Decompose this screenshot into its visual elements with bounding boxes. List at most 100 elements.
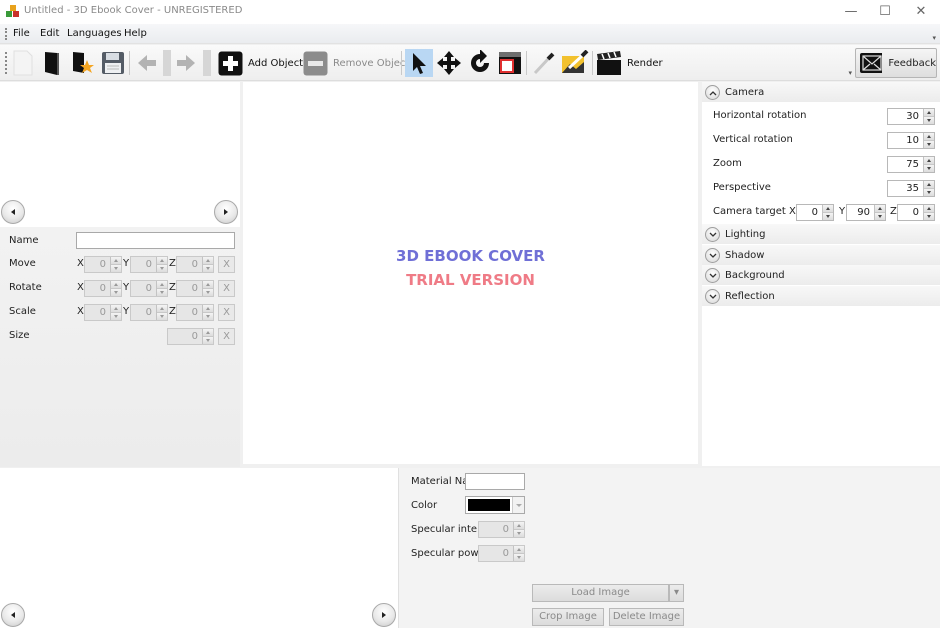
select-tool-button[interactable] (405, 49, 433, 77)
spin-down-icon[interactable] (157, 313, 167, 320)
close-button[interactable]: ✕ (903, 2, 939, 22)
spin-down-icon[interactable] (924, 189, 934, 196)
scale-y-stepper[interactable]: 0 (130, 304, 168, 321)
3d-viewport[interactable]: 3D EBOOK COVER TRIAL VERSION (243, 82, 698, 464)
spin-up-icon[interactable] (514, 546, 524, 554)
spin-down-icon[interactable] (203, 337, 213, 344)
menu-help[interactable]: Help (124, 28, 147, 39)
maximize-button[interactable]: ☐ (867, 2, 903, 22)
spin-down-icon[interactable] (514, 530, 524, 537)
shadow-section-header[interactable]: Shadow (702, 245, 940, 265)
move-z-stepper[interactable]: 0 (176, 256, 214, 273)
menu-edit[interactable]: Edit (40, 28, 59, 39)
spin-up-icon[interactable] (924, 205, 934, 213)
material-prev-button[interactable] (1, 603, 25, 627)
camera-target-z-stepper[interactable]: 0 (897, 204, 935, 221)
spin-down-icon[interactable] (924, 165, 934, 172)
spin-up-icon[interactable] (203, 281, 213, 289)
spin-down-icon[interactable] (514, 554, 524, 561)
rotate-x-stepper[interactable]: 0 (84, 280, 122, 297)
delete-image-button[interactable]: Delete Image (609, 608, 684, 626)
spin-up-icon[interactable] (157, 257, 167, 265)
spin-down-icon[interactable] (203, 289, 213, 296)
scale-x-stepper[interactable]: 0 (84, 304, 122, 321)
spin-down-icon[interactable] (111, 265, 121, 272)
spin-up-icon[interactable] (924, 109, 934, 117)
chevron-down-icon[interactable] (705, 267, 720, 283)
move-reset-button[interactable]: X (218, 256, 235, 273)
rotate-reset-button[interactable]: X (218, 280, 235, 297)
toolbar-overflow-icon[interactable]: ▾ (848, 69, 852, 77)
size-stepper[interactable]: 0 (167, 328, 214, 345)
color-picker[interactable] (465, 496, 525, 514)
chevron-down-icon[interactable] (512, 497, 524, 513)
load-image-dropdown[interactable]: ▾ (669, 584, 684, 602)
scale-reset-button[interactable]: X (218, 304, 235, 321)
menu-file[interactable]: File (13, 28, 30, 39)
vertical-rotation-stepper[interactable]: 10 (887, 132, 935, 149)
chevron-down-icon[interactable] (705, 226, 720, 242)
specular-intensity-stepper[interactable]: 0 (478, 521, 525, 538)
spin-down-icon[interactable] (924, 117, 934, 124)
spin-up-icon[interactable] (157, 281, 167, 289)
spin-up-icon[interactable] (203, 329, 213, 337)
menu-grip-handle[interactable] (5, 28, 7, 40)
favorite-button[interactable] (71, 49, 95, 77)
chevron-up-icon[interactable] (705, 84, 720, 100)
lighting-section-header[interactable]: Lighting (702, 224, 940, 244)
load-image-button[interactable]: Load Image (532, 584, 669, 602)
new-button[interactable] (12, 49, 34, 77)
move-x-stepper[interactable]: 0 (84, 256, 122, 273)
spin-up-icon[interactable] (111, 257, 121, 265)
menu-overflow-icon[interactable]: ▾ (932, 34, 936, 42)
reflection-section-header[interactable]: Reflection (702, 286, 940, 306)
spin-down-icon[interactable] (111, 289, 121, 296)
spin-up-icon[interactable] (203, 257, 213, 265)
camera-target-x-stepper[interactable]: 0 (796, 204, 834, 221)
spin-down-icon[interactable] (203, 313, 213, 320)
render-button[interactable]: Render (596, 49, 663, 77)
feedback-button[interactable]: Feedback (855, 48, 937, 78)
material-name-input[interactable] (465, 473, 525, 490)
image-picker-button[interactable] (561, 49, 589, 77)
spin-up-icon[interactable] (823, 205, 833, 213)
material-next-button[interactable] (372, 603, 396, 627)
spin-up-icon[interactable] (157, 305, 167, 313)
spin-up-icon[interactable] (111, 281, 121, 289)
spin-up-icon[interactable] (111, 305, 121, 313)
size-reset-button[interactable]: X (218, 328, 235, 345)
eyedropper-button[interactable] (531, 49, 557, 77)
toolbar-grip-handle[interactable] (5, 52, 7, 74)
scale-z-stepper[interactable]: 0 (176, 304, 214, 321)
move-tool-button[interactable] (436, 49, 462, 77)
object-name-input[interactable] (76, 232, 235, 249)
move-y-stepper[interactable]: 0 (130, 256, 168, 273)
rotate-y-stepper[interactable]: 0 (130, 280, 168, 297)
horizontal-rotation-stepper[interactable]: 30 (887, 108, 935, 125)
spin-down-icon[interactable] (875, 213, 885, 220)
spin-down-icon[interactable] (823, 213, 833, 220)
spin-down-icon[interactable] (111, 313, 121, 320)
menu-languages[interactable]: Languages (67, 28, 122, 39)
save-button[interactable] (101, 49, 125, 77)
chevron-down-icon[interactable] (705, 288, 720, 304)
rotate-tool-button[interactable] (467, 49, 493, 77)
spin-down-icon[interactable] (924, 141, 934, 148)
crop-image-button[interactable]: Crop Image (532, 608, 604, 626)
object-prev-button[interactable] (1, 200, 25, 224)
spin-up-icon[interactable] (924, 133, 934, 141)
frame-tool-button[interactable] (497, 49, 523, 77)
open-button[interactable] (42, 49, 62, 77)
spin-up-icon[interactable] (924, 181, 934, 189)
camera-section-header[interactable]: Camera (702, 82, 940, 102)
specular-power-stepper[interactable]: 0 (478, 545, 525, 562)
spin-down-icon[interactable] (157, 265, 167, 272)
perspective-stepper[interactable]: 35 (887, 180, 935, 197)
minimize-button[interactable]: — (833, 2, 869, 22)
object-next-button[interactable] (214, 200, 238, 224)
spin-up-icon[interactable] (924, 157, 934, 165)
zoom-stepper[interactable]: 75 (887, 156, 935, 173)
spin-down-icon[interactable] (157, 289, 167, 296)
chevron-down-icon[interactable] (705, 247, 720, 263)
spin-down-icon[interactable] (924, 213, 934, 220)
